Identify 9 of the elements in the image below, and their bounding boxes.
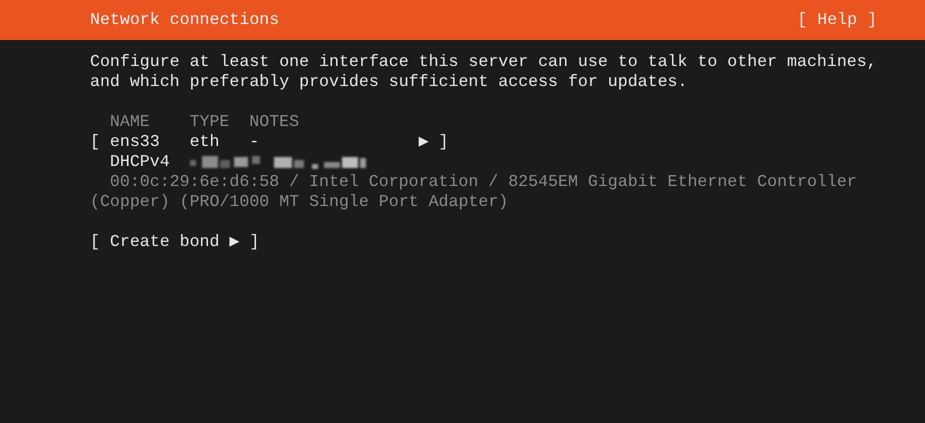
column-header: NAME: [110, 112, 151, 132]
ip-method: DHCPv4: [110, 152, 171, 172]
interface-row[interactable]: [ ens33 eth - ▶ ]: [90, 132, 448, 152]
create-bond-button[interactable]: [ Create bond ▶ ]: [90, 232, 260, 252]
column-header: NOTES: [249, 112, 300, 132]
column-header: TYPE: [190, 112, 230, 132]
hardware-info: 00:0c:29:6e:d6:58 / Intel Corporation / 82545EM Gigabit Ethernet Controller (Copper) (PRO/1000 MT Single Port Adapter): [90, 172, 858, 212]
screen-title: Network connections: [90, 10, 280, 30]
description-text: Configure at least one interface this server can use to talk to other machines, and which preferably provides sufficient access for updates.: [90, 52, 878, 92]
